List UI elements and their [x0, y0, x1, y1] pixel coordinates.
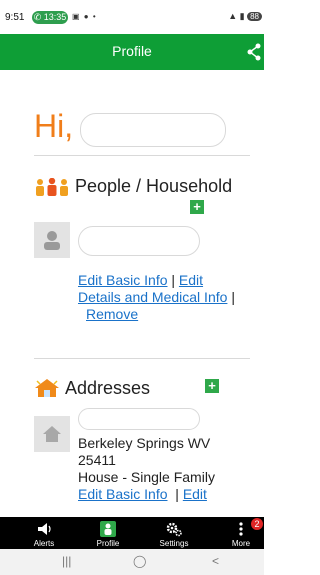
nav-more-label: More	[231, 539, 251, 548]
house-icon	[35, 379, 59, 397]
nav-profile-label: Profile	[96, 539, 120, 548]
share-icon[interactable]	[246, 42, 262, 62]
household-links-line2: Details and Medical Info |	[78, 289, 235, 305]
redacted-name	[80, 113, 226, 147]
person-placeholder-icon	[44, 231, 60, 250]
address-edit-link[interactable]: Edit	[183, 486, 207, 502]
household-links-line1: Edit Basic Info | Edit	[78, 272, 203, 288]
notification-badge: 2	[251, 518, 263, 530]
household-title: People / Household	[75, 176, 233, 196]
address-city-line: Berkeley Springs WV	[78, 435, 211, 451]
call-time: 13:35	[43, 12, 67, 22]
people-icon	[36, 178, 68, 196]
address-zip: 25411	[78, 452, 116, 468]
separator: |	[175, 486, 179, 502]
call-indicator: ✆ 13:35	[32, 11, 68, 24]
nav-profile[interactable]: Profile	[78, 517, 138, 549]
gears-icon	[166, 522, 182, 537]
address-avatar	[34, 416, 70, 452]
nav-settings[interactable]: Settings	[144, 517, 204, 549]
edit-basic-info-link[interactable]: Edit Basic Info	[78, 272, 168, 288]
separator: |	[171, 272, 176, 288]
add-person-button[interactable]: +	[190, 200, 204, 214]
recents-button[interactable]: |||	[62, 554, 71, 568]
people-nav-icon	[100, 521, 116, 537]
clock: 9:51	[5, 12, 25, 23]
remove-link[interactable]: Remove	[86, 306, 138, 322]
household-links-line3: Remove	[86, 306, 138, 322]
wifi-icon: ▲	[228, 11, 238, 21]
more-vertical-icon	[239, 522, 243, 536]
system-status: ▲ ▮ 88	[228, 11, 262, 22]
address-type: House - Single Family	[78, 469, 215, 485]
separator: |	[231, 289, 235, 305]
notification-icons: ▣ ● •	[72, 12, 97, 21]
nav-settings-label: Settings	[159, 539, 189, 548]
greeting: Hi,	[34, 108, 74, 144]
address-links: Edit Basic Info | Edit	[78, 486, 207, 502]
signal-icon: ▮	[239, 11, 245, 21]
divider	[34, 155, 250, 156]
divider	[34, 358, 250, 359]
addresses-title: Addresses	[65, 378, 151, 398]
back-button[interactable]: <	[212, 554, 219, 568]
redacted-street	[78, 408, 200, 430]
nav-alerts[interactable]: Alerts	[14, 517, 74, 549]
battery-icon: 88	[247, 12, 262, 21]
edit-details-link-part2[interactable]: Details and Medical Info	[78, 289, 227, 305]
address-edit-basic-info-link[interactable]: Edit Basic Info	[78, 486, 168, 502]
house-placeholder-icon	[43, 426, 61, 442]
system-navigation-bar: ||| ◯ <	[0, 549, 264, 575]
nav-more[interactable]: 2 More	[211, 517, 271, 549]
nav-alerts-label: Alerts	[33, 539, 55, 548]
home-button[interactable]: ◯	[133, 554, 146, 568]
app-header: Profile	[0, 34, 264, 70]
megaphone-icon	[38, 523, 51, 535]
redacted-person-name	[78, 226, 200, 256]
bottom-navigation: Alerts Profile Settings 2 More	[0, 517, 264, 549]
edit-details-link-part1[interactable]: Edit	[179, 272, 203, 288]
page-title: Profile	[112, 43, 152, 59]
person-avatar	[34, 222, 70, 258]
add-address-button[interactable]: +	[205, 379, 219, 393]
status-bar: 9:51 ✆ 13:35 ▣ ● • ▲ ▮ 88	[0, 0, 264, 34]
